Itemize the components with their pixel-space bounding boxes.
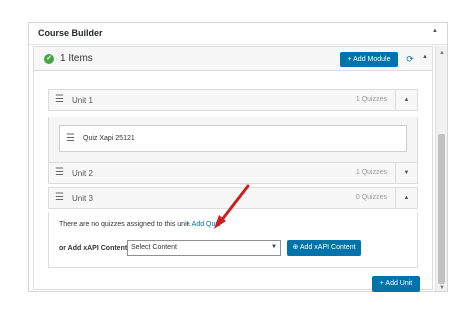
items-count: 1 Items xyxy=(60,53,93,64)
quiz-item[interactable]: ☰ Quiz Xapi 25121 xyxy=(59,125,407,152)
check-circle-icon: ✓ xyxy=(44,54,54,64)
select-value: Select Content xyxy=(131,244,177,251)
unit-3-body: There are no quizzes assigned to this un… xyxy=(48,212,418,268)
drag-handle-icon[interactable]: ☰ xyxy=(66,134,75,144)
triangle-down-icon[interactable]: ▼ xyxy=(395,163,417,183)
unit-quiz-count: 1 Quizzes xyxy=(355,169,387,176)
xapi-label: or Add xAPI Content xyxy=(59,245,128,252)
unit-row-2[interactable]: ☰ Unit 2 1 Quizzes ▼ xyxy=(48,162,418,184)
items-bar: ✓ 1 Items + Add Module ⟳ ▲ xyxy=(34,47,432,71)
add-xapi-label: Add xAPI Content xyxy=(299,244,356,251)
unit-row-1[interactable]: ☰ Unit 1 1 Quizzes ▲ xyxy=(48,89,418,111)
scroll-thumb[interactable] xyxy=(438,134,445,284)
triangle-up-icon[interactable]: ▲ xyxy=(432,28,438,34)
drag-handle-icon[interactable]: ☰ xyxy=(55,95,64,105)
unit-quiz-count: 0 Quizzes xyxy=(355,194,387,201)
triangle-up-icon[interactable]: ▲ xyxy=(422,54,428,60)
add-quiz-link[interactable]: + Add Quiz xyxy=(186,221,220,228)
add-unit-button[interactable]: + Add Unit xyxy=(372,276,420,292)
unit-1-body: ☰ Quiz Xapi 25121 xyxy=(48,117,418,165)
refresh-icon[interactable]: ⟳ xyxy=(403,52,417,67)
drag-handle-icon[interactable]: ☰ xyxy=(55,193,64,203)
plus-circle-icon: ⊕ xyxy=(292,244,299,251)
triangle-up-icon[interactable]: ▲ xyxy=(395,90,417,110)
quiz-label: Quiz Xapi 25121 xyxy=(83,135,135,142)
course-builder-panel: Course Builder ▲ ▲ ▼ ✓ 1 Items + Add Mod… xyxy=(28,22,448,292)
unit-row-3[interactable]: ☰ Unit 3 0 Quizzes ▲ xyxy=(48,187,418,209)
no-quiz-message: There are no quizzes assigned to this un… xyxy=(59,221,191,228)
module-container: ✓ 1 Items + Add Module ⟳ ▲ ☰ Unit 1 1 Qu… xyxy=(33,46,433,292)
drag-handle-icon[interactable]: ☰ xyxy=(55,168,64,178)
chevron-down-icon: ▼ xyxy=(271,244,277,250)
panel-title: Course Builder xyxy=(38,28,103,38)
unit-label: Unit 2 xyxy=(72,169,93,178)
select-content-dropdown[interactable]: Select Content ▼ xyxy=(127,240,281,256)
unit-label: Unit 1 xyxy=(72,96,93,105)
add-module-button[interactable]: + Add Module xyxy=(340,52,398,67)
scroll-up-icon[interactable]: ▲ xyxy=(439,50,445,56)
panel-header: Course Builder ▲ xyxy=(29,23,447,45)
unit-label: Unit 3 xyxy=(72,194,93,203)
triangle-up-icon[interactable]: ▲ xyxy=(395,188,417,208)
add-xapi-content-button[interactable]: ⊕ Add xAPI Content xyxy=(287,240,361,256)
unit-quiz-count: 1 Quizzes xyxy=(355,96,387,103)
scrollbar[interactable]: ▲ ▼ xyxy=(435,46,447,291)
scroll-down-icon[interactable]: ▼ xyxy=(439,285,445,291)
